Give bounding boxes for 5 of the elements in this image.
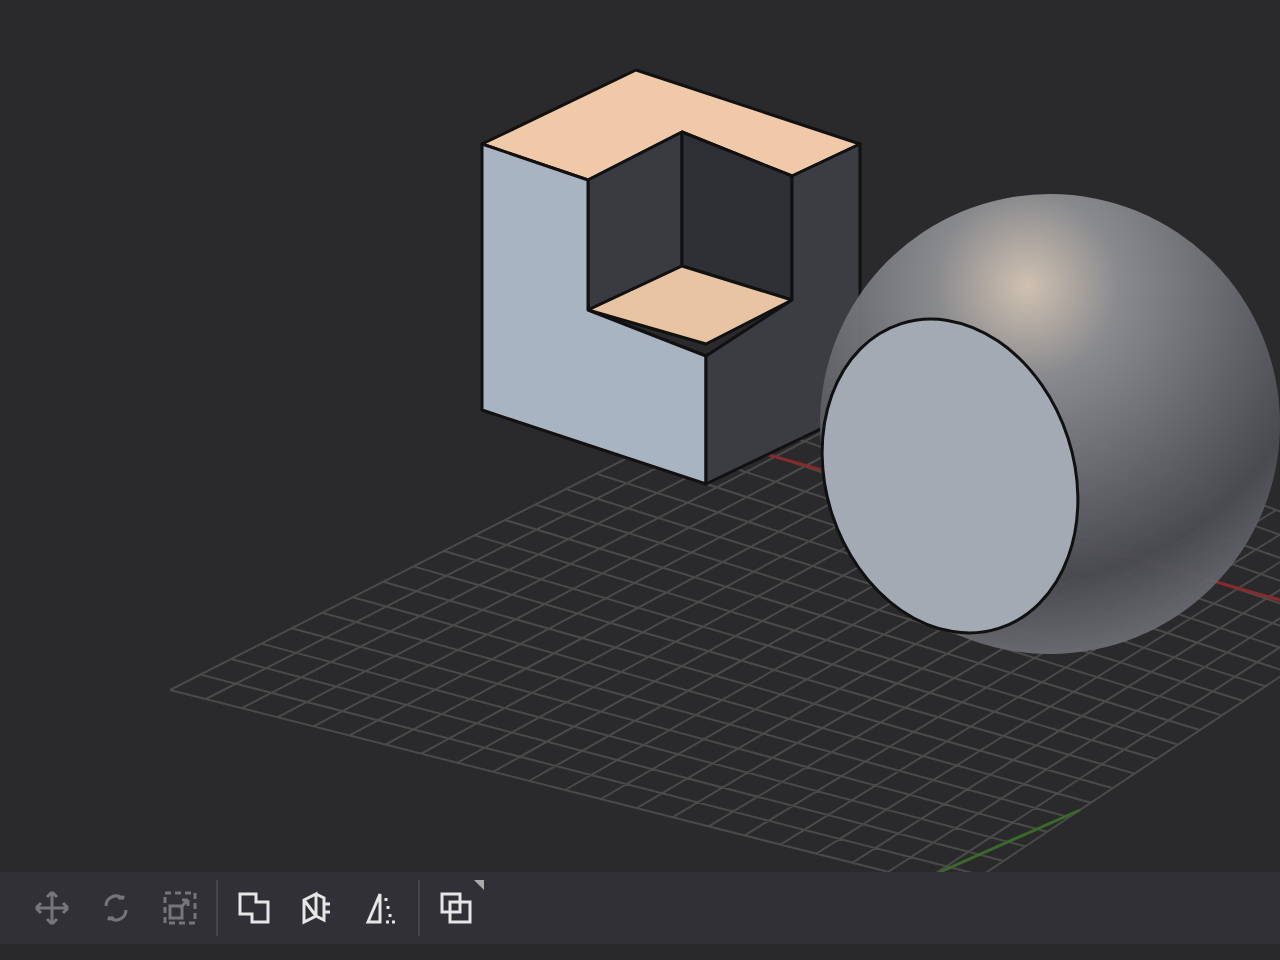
stacked-squares-icon [436, 888, 476, 928]
y-axis-line [939, 808, 1081, 872]
overlapping-squares-icon [234, 888, 274, 928]
scale-icon [160, 888, 200, 928]
move-arrows-icon [32, 888, 72, 928]
